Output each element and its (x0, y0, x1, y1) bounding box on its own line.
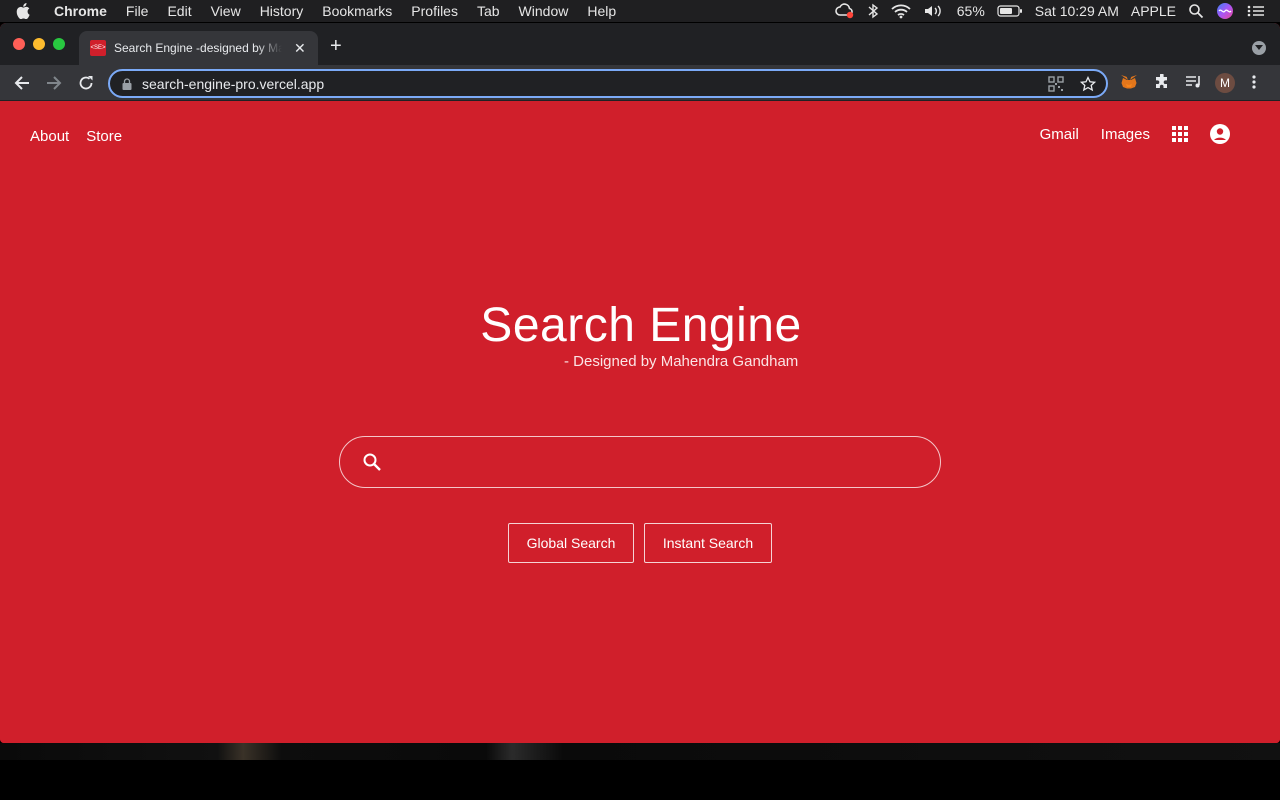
search-input[interactable] (392, 442, 920, 482)
menu-help[interactable]: Help (587, 0, 616, 22)
control-center-icon[interactable] (1246, 3, 1266, 19)
site-favicon: <SE> (90, 40, 106, 56)
lock-icon[interactable] (122, 77, 132, 90)
metamask-fox-icon[interactable] (1120, 74, 1138, 90)
about-link[interactable]: About (30, 128, 69, 145)
tab-title: Search Engine -designed by Mahendra Gand… (114, 41, 282, 55)
clock[interactable]: Sat 10:29 AM (1035, 3, 1119, 19)
window-close-button[interactable] (13, 38, 25, 50)
reload-icon[interactable] (77, 74, 95, 92)
chrome-menu-kebab-icon[interactable] (1252, 74, 1256, 90)
wifi-icon[interactable] (891, 3, 911, 19)
qr-code-icon[interactable] (1048, 75, 1064, 92)
account-circle-icon[interactable] (1210, 124, 1230, 144)
battery-percentage: 65% (956, 3, 985, 19)
user-name[interactable]: APPLE (1131, 3, 1176, 19)
creative-cloud-icon[interactable] (834, 3, 855, 19)
search-box[interactable] (339, 436, 941, 488)
media-controls-icon[interactable] (1185, 74, 1203, 90)
spotlight-icon[interactable] (1188, 3, 1204, 19)
apple-icon[interactable] (16, 3, 38, 19)
window-minimize-button[interactable] (33, 38, 45, 50)
menu-file[interactable]: File (126, 0, 149, 22)
gmail-link[interactable]: Gmail (1040, 126, 1079, 143)
menu-app-name[interactable]: Chrome (54, 0, 107, 22)
bluetooth-icon[interactable] (867, 3, 879, 19)
forward-arrow-icon[interactable] (45, 74, 63, 92)
desktop-wallpaper (0, 743, 1280, 760)
menu-bookmarks[interactable]: Bookmarks (322, 0, 392, 22)
address-bar[interactable]: search-engine-pro.vercel.app (108, 69, 1108, 98)
menu-view[interactable]: View (211, 0, 241, 22)
top-nav-left: About Store (30, 128, 122, 145)
menu-edit[interactable]: Edit (167, 0, 191, 22)
window-maximize-button[interactable] (53, 38, 65, 50)
desktop-background (0, 760, 1280, 800)
url-text: search-engine-pro.vercel.app (142, 75, 325, 92)
browser-toolbar: search-engine-pro.vercel.app M (0, 65, 1280, 101)
instant-search-button[interactable]: Instant Search (644, 523, 772, 563)
profile-avatar[interactable]: M (1215, 73, 1235, 93)
menu-bar: Chrome File Edit View History Bookmarks … (0, 0, 1280, 22)
menu-window[interactable]: Window (519, 0, 569, 22)
menu-profiles[interactable]: Profiles (411, 0, 458, 22)
new-tab-icon[interactable]: + (330, 36, 342, 56)
search-icon (362, 452, 382, 472)
battery-icon[interactable] (997, 4, 1023, 18)
web-page: About Store Gmail Images Search Engine -… (0, 102, 1280, 743)
global-search-button[interactable]: Global Search (508, 523, 634, 563)
menu-history[interactable]: History (260, 0, 304, 22)
bookmark-star-icon[interactable] (1080, 75, 1096, 92)
browser-tab[interactable]: <SE> Search Engine -designed by Mahendra… (79, 31, 318, 65)
browser-window: <SE> Search Engine -designed by Mahendra… (0, 23, 1280, 743)
extensions-puzzle-icon[interactable] (1154, 74, 1170, 90)
tab-search-icon[interactable] (1252, 41, 1266, 55)
tab-strip: <SE> Search Engine -designed by Mahendra… (0, 23, 1280, 65)
volume-icon[interactable] (923, 3, 945, 19)
siri-icon[interactable] (1216, 2, 1234, 20)
address-bar-actions (1048, 75, 1096, 92)
logo-subtitle: - Designed by Mahendra Gandham (564, 353, 799, 370)
back-arrow-icon[interactable] (13, 74, 31, 92)
menu-tab[interactable]: Tab (477, 0, 500, 22)
store-link[interactable]: Store (86, 128, 122, 145)
top-nav-right: Gmail Images (1018, 124, 1230, 144)
tab-close-icon[interactable]: ✕ (294, 40, 306, 57)
images-link[interactable]: Images (1101, 126, 1150, 143)
apps-grid-icon[interactable] (1172, 126, 1188, 142)
status-area: 65% Sat 10:29 AM APPLE (834, 2, 1266, 20)
logo-title: Search Engine (480, 299, 802, 352)
